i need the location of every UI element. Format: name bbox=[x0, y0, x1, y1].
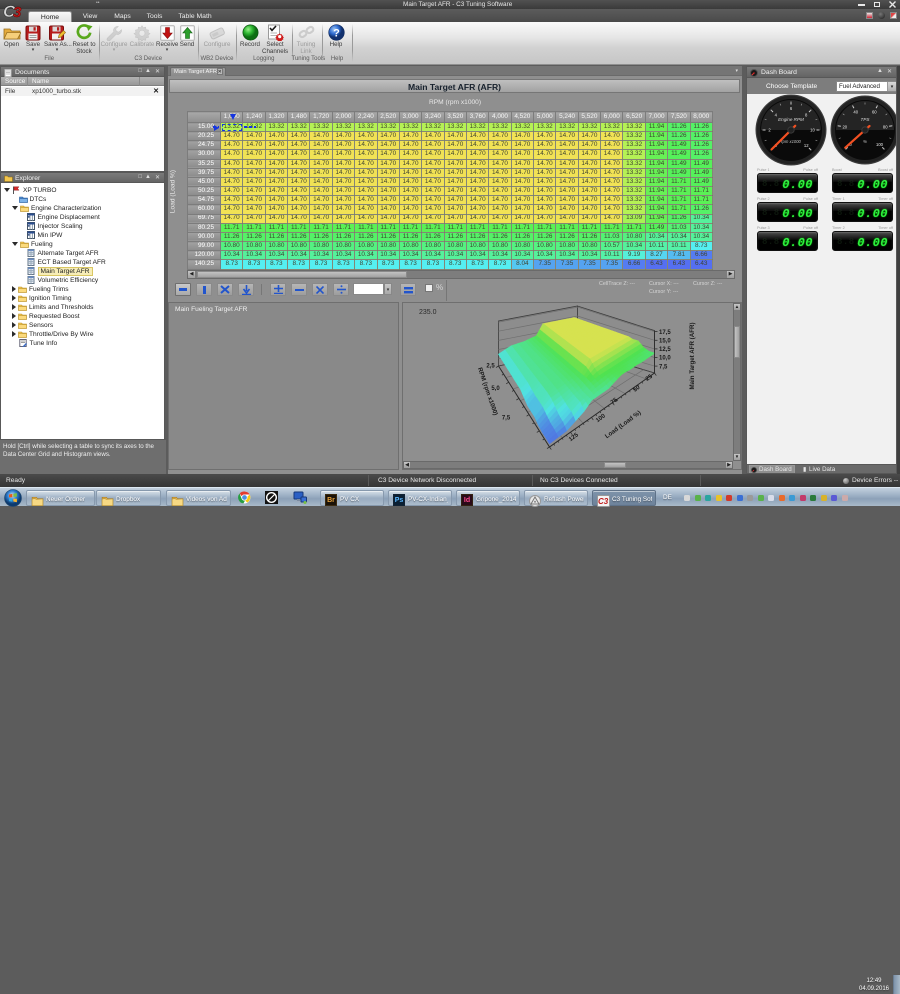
svg-text:20: 20 bbox=[842, 124, 847, 129]
svg-text:TPS: TPS bbox=[861, 117, 871, 122]
svg-text:rpm x1000: rpm x1000 bbox=[781, 139, 801, 144]
svg-text:?: ? bbox=[333, 28, 340, 40]
svg-text:40: 40 bbox=[853, 109, 858, 114]
svg-text:100: 100 bbox=[876, 142, 884, 147]
svg-text:12: 12 bbox=[804, 143, 809, 148]
svg-text:60: 60 bbox=[872, 109, 877, 114]
svg-text:10: 10 bbox=[810, 128, 815, 133]
svg-text:Engine RPM: Engine RPM bbox=[778, 117, 804, 122]
svg-text:%: % bbox=[863, 139, 867, 144]
svg-text:3: 3 bbox=[13, 4, 22, 21]
svg-text:80: 80 bbox=[883, 124, 888, 129]
svg-text:C3: C3 bbox=[598, 497, 609, 506]
